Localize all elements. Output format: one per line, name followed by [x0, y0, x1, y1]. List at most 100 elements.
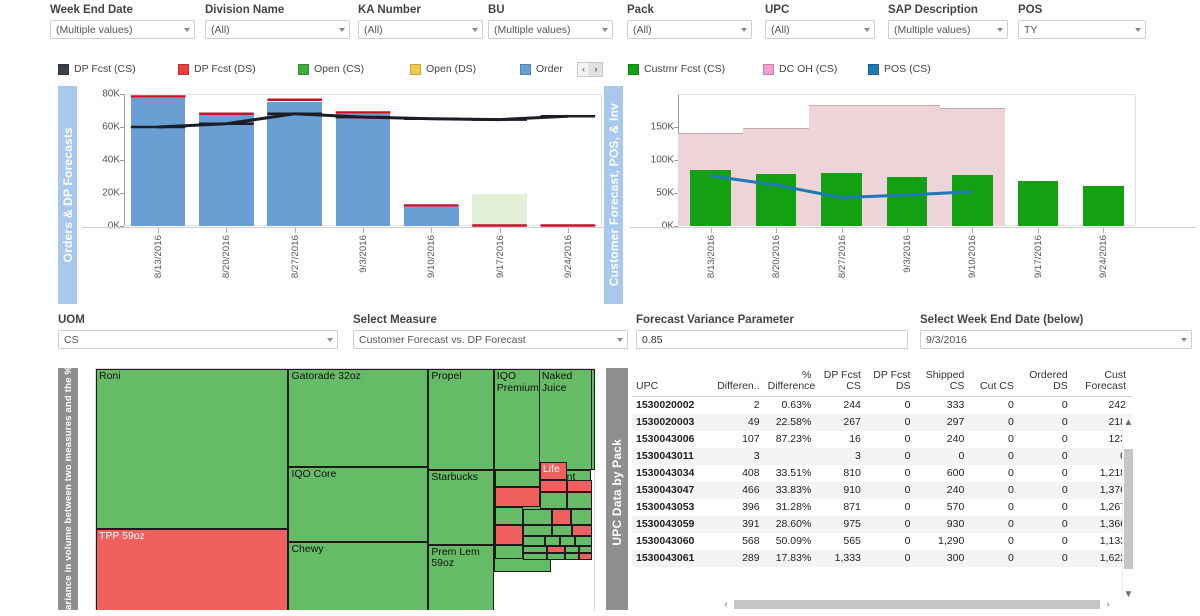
table-row[interactable]: 1530020002 2 0.63% 244 0 333 0 0 242: [632, 397, 1132, 415]
filter-select-sap-description[interactable]: (Multiple values): [888, 20, 1008, 39]
table-row[interactable]: 1530043059 391 28.60% 975 0 930 0 0 1,366: [632, 516, 1132, 533]
treemap-cell[interactable]: [539, 491, 568, 510]
treemap-cell[interactable]: [552, 509, 572, 526]
legend-pager[interactable]: ‹ ›: [577, 61, 603, 77]
treemap-cell[interactable]: [495, 470, 540, 488]
treemap-cell[interactable]: [572, 525, 592, 537]
treemap-cell[interactable]: [544, 536, 560, 546]
horizontal-scroll-thumb[interactable]: [734, 600, 1100, 609]
legend-item-dc-oh-cs[interactable]: DC OH (CS): [763, 63, 837, 75]
treemap-cell[interactable]: [495, 487, 540, 507]
bar[interactable]: [267, 102, 323, 226]
scroll-right-arrow[interactable]: ›: [1100, 599, 1116, 610]
table-vertical-scrollbar[interactable]: ▲ ▼: [1122, 418, 1134, 600]
legend-next-button[interactable]: ›: [590, 62, 602, 76]
bar[interactable]: [690, 169, 731, 226]
table-row[interactable]: 1530043060 568 50.09% 565 0 1,290 0 0 1,133: [632, 533, 1132, 550]
treemap-cell[interactable]: Chewy: [288, 542, 429, 613]
filter-select-ka-number[interactable]: (All): [358, 20, 483, 39]
filter-select-upc[interactable]: (All): [765, 20, 875, 39]
column-header[interactable]: UPC: [632, 368, 712, 397]
bar[interactable]: [821, 173, 862, 226]
column-header[interactable]: DP Fcst DS: [866, 368, 917, 397]
scroll-up-arrow[interactable]: ▲: [1124, 418, 1134, 428]
treemap-cell[interactable]: [567, 491, 592, 510]
table-row[interactable]: 1530020003 49 22.58% 267 0 297 0 0 218: [632, 414, 1132, 431]
treemap-cell[interactable]: Starbucks: [428, 470, 494, 545]
treemap-cell[interactable]: [522, 525, 553, 537]
treemap-cell[interactable]: Gatorade 32oz: [288, 369, 429, 467]
treemap-cell[interactable]: [522, 509, 553, 526]
bar[interactable]: [1017, 181, 1059, 226]
orders-dp-forecasts-chart[interactable]: 0K 20K 40K 60K 80K 8/13/2016 8/20/2016 8/27/201…: [82, 86, 610, 304]
treemap-cell[interactable]: [567, 480, 592, 492]
legend-item-dp-fcst-cs[interactable]: DP Fcst (CS): [58, 63, 136, 75]
treemap-cell[interactable]: [564, 553, 579, 561]
treemap-cell[interactable]: [571, 509, 592, 526]
legend-item-open-cs[interactable]: Open (CS): [298, 63, 364, 75]
treemap-cell[interactable]: [539, 480, 568, 492]
bar[interactable]: [755, 173, 797, 226]
treemap-cell[interactable]: [578, 553, 592, 561]
treemap-cell[interactable]: [552, 525, 573, 537]
treemap-cell[interactable]: [574, 536, 592, 546]
filter-select-division-name[interactable]: (All): [205, 20, 350, 39]
filter-select-bu[interactable]: (Multiple values): [488, 20, 613, 39]
legend-item-custmr-fcst-cs[interactable]: Custmr Fcst (CS): [628, 63, 725, 75]
treemap-cell[interactable]: [522, 536, 545, 546]
treemap-cell[interactable]: Life: [539, 461, 568, 481]
legend-item-pos-cs[interactable]: POS (CS): [868, 63, 931, 75]
treemap-cell[interactable]: [522, 553, 548, 561]
treemap-cell[interactable]: Propel: [428, 369, 494, 471]
column-header[interactable]: Cust Forecast: [1073, 368, 1132, 397]
filter-select-pos[interactable]: TY: [1018, 20, 1146, 39]
column-header[interactable]: Shipped CS: [916, 368, 971, 397]
treemap-cell[interactable]: Roni: [96, 369, 289, 529]
select-select-measure[interactable]: Customer Forecast vs. DP Forecast: [353, 330, 628, 349]
table-row[interactable]: 1530043061 289 17.83% 1,333 0 300 0 0 1,622: [632, 550, 1132, 567]
treemap-cell[interactable]: [547, 553, 565, 561]
table-row[interactable]: 1530043034 408 33.51% 810 0 600 0 0 1,218: [632, 465, 1132, 482]
customer-forecast-pos-inv-chart[interactable]: 0K 50K 100K 150K 8/13/2016 8/20/2016 8/27/2016…: [630, 86, 1196, 304]
column-header[interactable]: Differen..: [711, 368, 766, 397]
bar[interactable]: [886, 176, 928, 226]
treemap-cell[interactable]: [564, 545, 579, 554]
column-header[interactable]: Cut CS: [970, 368, 1020, 397]
select-select-week-end-date[interactable]: 9/3/2016: [920, 330, 1192, 349]
bar[interactable]: [130, 98, 186, 226]
treemap-cell[interactable]: Naked Juice: [538, 369, 592, 471]
vertical-scroll-thumb[interactable]: [1124, 449, 1133, 569]
treemap-cell[interactable]: [559, 536, 575, 546]
bar[interactable]: [199, 114, 254, 226]
treemap-cell[interactable]: [495, 544, 523, 560]
bar[interactable]: [403, 207, 459, 226]
select-uom[interactable]: CS: [58, 330, 338, 349]
filter-select-week-end-date[interactable]: (Multiple values): [50, 20, 195, 39]
variance-treemap[interactable]: Roni TPP 59oz Gatorade 32oz IQO Core Chewy Pr…: [95, 368, 595, 616]
treemap-cell[interactable]: [578, 545, 592, 554]
legend-item-dp-fcst-ds[interactable]: DP Fcst (DS): [178, 63, 256, 75]
table-row[interactable]: 15300430113300000: [632, 448, 1132, 465]
upc-data-table[interactable]: UPC Differen..% Difference DP Fcst CS DP Fc…: [632, 368, 1132, 616]
filter-select-pack[interactable]: (All): [627, 20, 752, 39]
bar[interactable]: [952, 175, 993, 226]
column-header[interactable]: % Difference: [765, 368, 818, 397]
scroll-left-arrow[interactable]: ‹: [718, 599, 734, 610]
treemap-cell[interactable]: [547, 545, 565, 554]
legend-item-order[interactable]: Order: [520, 63, 563, 75]
input-forecast-variance-param[interactable]: 0.85: [636, 330, 908, 349]
bar[interactable]: [1083, 186, 1124, 226]
table-row[interactable]: 1530043047 466 33.83% 910 0 240 0 0 1,376: [632, 482, 1132, 499]
column-header[interactable]: Ordered DS: [1019, 368, 1074, 397]
scroll-down-arrow[interactable]: ▼: [1124, 590, 1134, 600]
legend-item-open-ds[interactable]: Open (DS): [410, 63, 476, 75]
treemap-cell[interactable]: TPP 59oz: [96, 528, 289, 613]
legend-prev-button[interactable]: ‹: [578, 62, 590, 76]
treemap-cell[interactable]: Prem Lem 59oz: [428, 544, 494, 613]
table-row[interactable]: 1530043006 107 87.23% 16 0 240 0 0 123: [632, 431, 1132, 448]
bar[interactable]: [335, 113, 391, 226]
column-header[interactable]: DP Fcst CS: [817, 368, 867, 397]
treemap-cell[interactable]: [522, 545, 548, 554]
table-row[interactable]: 1530043053 396 31.28% 871 0 570 0 0 1,267: [632, 499, 1132, 516]
treemap-cell[interactable]: IQO Core: [288, 466, 429, 543]
